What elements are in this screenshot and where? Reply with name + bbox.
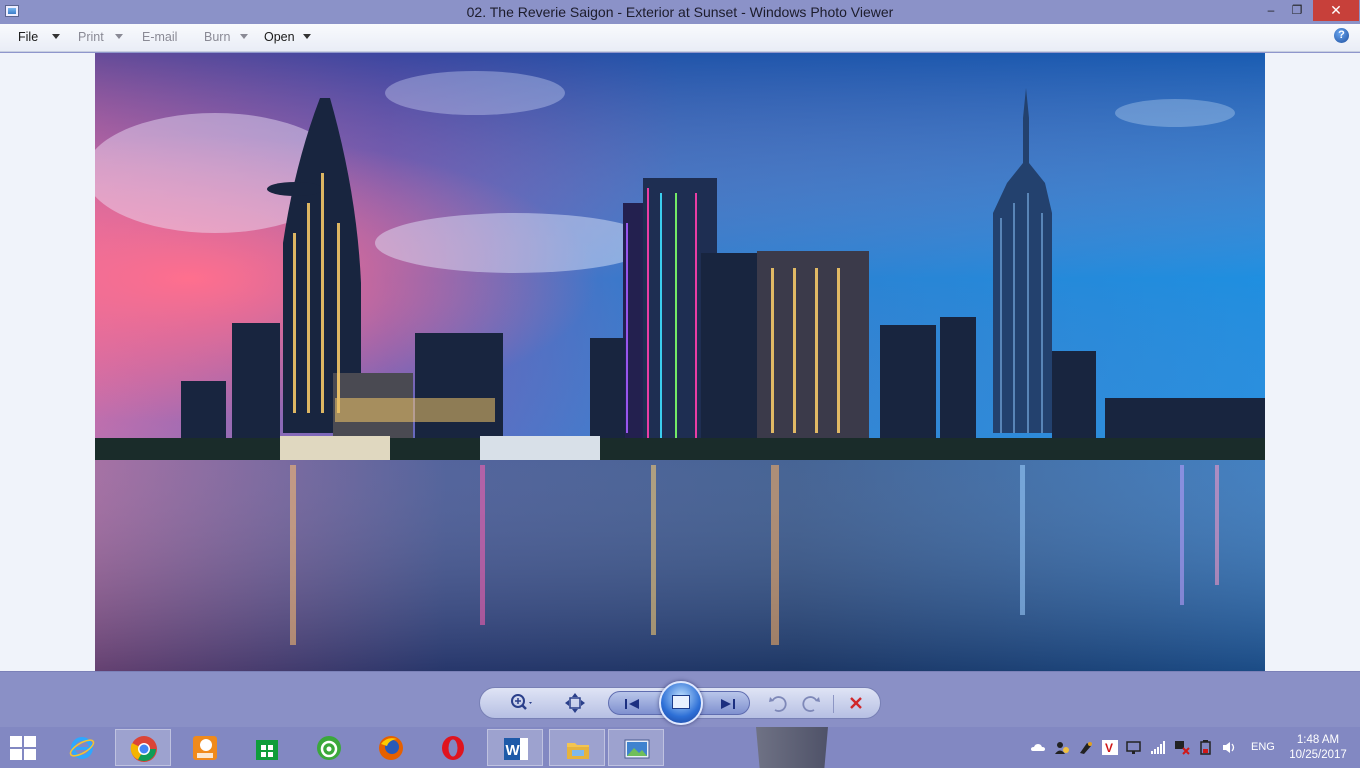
svg-text:W: W [506,742,521,759]
title-bar: 02. The Reverie Saigon - Exterior at Sun… [0,0,1360,24]
rotate-clockwise-icon[interactable] [796,688,826,718]
divider [833,695,834,713]
next-icon[interactable] [713,689,743,719]
menu-file[interactable]: File [18,30,38,44]
clock-date: 10/25/2017 [1289,749,1347,761]
network-disconnected-icon[interactable] [1174,740,1190,755]
menu-email[interactable]: E-mail [142,30,177,44]
vietkey-icon[interactable]: V [1102,740,1118,755]
user-network-icon[interactable] [1054,740,1070,755]
menu-open[interactable]: Open [264,30,295,44]
file-explorer-icon[interactable] [549,729,605,766]
clock-time: 1:48 AM [1296,734,1340,746]
actual-size-icon[interactable] [559,688,591,718]
displayed-photo [95,53,1265,671]
battery-icon[interactable] [1198,740,1214,755]
internet-explorer-icon[interactable] [54,729,110,766]
svg-text:V: V [1105,741,1113,755]
slideshow-icon[interactable] [659,681,703,725]
volume-icon[interactable] [1222,740,1238,755]
opera-icon[interactable] [425,729,481,766]
chevron-down-icon[interactable] [52,34,60,39]
zoom-icon[interactable] [502,688,538,718]
foxit-pdf-icon[interactable] [177,729,233,766]
paint-tool-icon[interactable] [1078,740,1094,755]
previous-icon[interactable] [617,689,647,719]
window-title: 02. The Reverie Saigon - Exterior at Sun… [466,4,894,20]
menu-burn[interactable]: Burn [204,30,230,44]
windows-store-icon[interactable] [239,729,295,766]
chevron-down-icon[interactable] [240,34,248,39]
taskbar: W V ENG 1:48 AM 10/25/2017 [0,727,1360,768]
chevron-down-icon[interactable] [115,34,123,39]
coc-coc-browser-icon[interactable] [301,729,357,766]
close-button[interactable]: ✕ [1313,0,1359,21]
menu-bar: File Print E-mail Burn Open [0,24,1360,52]
control-pill [479,681,881,725]
minimize-button[interactable]: – [1258,0,1284,21]
onedrive-icon[interactable] [1030,740,1046,755]
google-chrome-icon[interactable] [115,729,171,766]
firefox-icon[interactable] [363,729,419,766]
menu-print[interactable]: Print [78,30,104,44]
display-icon[interactable] [1126,740,1142,755]
help-icon[interactable]: ? [1334,28,1349,43]
windows-start-icon[interactable] [10,736,38,760]
chevron-down-icon[interactable] [303,34,311,39]
microsoft-word-icon[interactable]: W [487,729,543,766]
input-language-indicator[interactable]: ENG [1251,741,1275,753]
system-clock[interactable]: 1:48 AM 10/25/2017 [1286,733,1350,763]
navigation-control-bar [0,671,1360,727]
image-viewer-area [0,53,1360,671]
signal-bars-icon[interactable] [1150,740,1166,755]
desktop-wallpaper-peek [756,727,828,768]
rotate-counterclockwise-icon[interactable] [763,688,793,718]
photo-viewer-taskbar-icon[interactable] [608,729,664,766]
maximize-button[interactable]: ❐ [1284,0,1310,21]
delete-icon[interactable] [841,688,871,718]
